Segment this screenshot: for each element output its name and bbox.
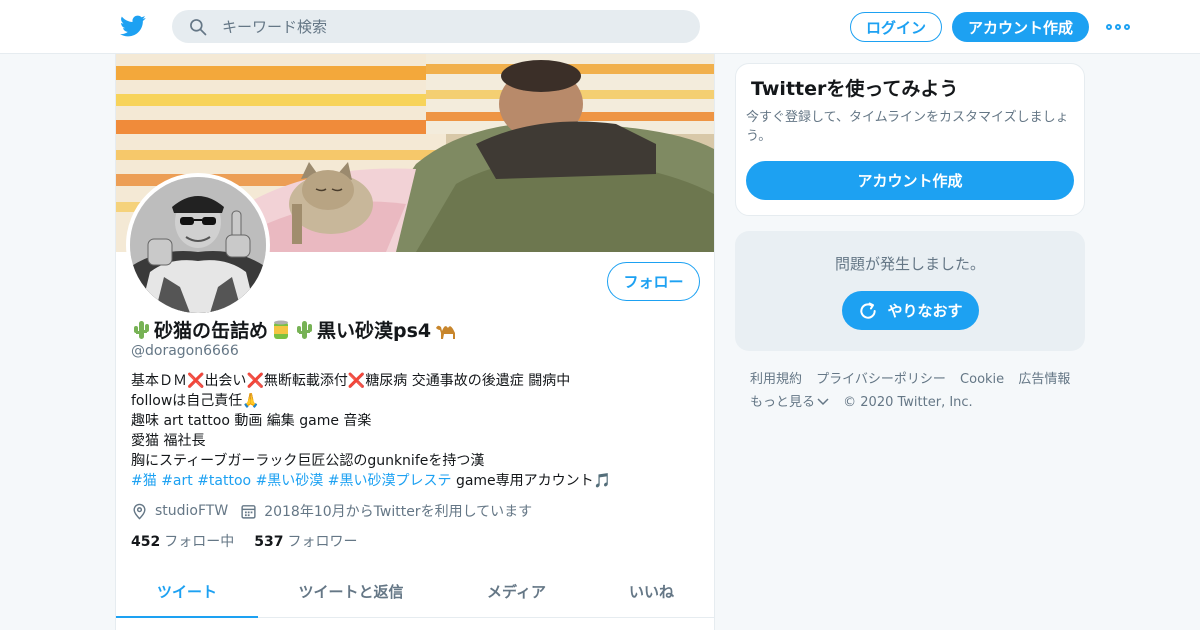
error-card: 問題が発生しました。 やりなおす (735, 231, 1085, 351)
signup-button[interactable]: アカウント作成 (952, 12, 1089, 42)
signup-card-title: Twitterを使ってみよう (751, 78, 959, 100)
twitter-bird-icon[interactable] (119, 13, 147, 39)
hashtag-link[interactable]: #黒い砂漠プレステ (328, 473, 452, 489)
profile-stats: 452 フォロー中 537 フォロワー (131, 531, 377, 551)
following-count: 452 (131, 534, 161, 550)
followers-count: 537 (254, 534, 284, 550)
avatar-illustration (130, 177, 266, 313)
cross-mark-icon: ❌ (246, 373, 264, 389)
tab-media[interactable]: メディア (444, 566, 589, 617)
cross-mark-icon: ❌ (187, 373, 205, 389)
profile-tabs: ツイート ツイートと返信 メディア いいね (116, 566, 714, 618)
cactus-emoji (297, 320, 313, 339)
retry-button[interactable]: やりなおす (842, 291, 979, 330)
location-pin-icon (133, 503, 146, 520)
bio-item-text: 出会い (204, 373, 247, 389)
footer-link-ads[interactable]: 広告情報 (1018, 372, 1070, 387)
bio-item-text: 無断転載添付 (263, 373, 348, 389)
hashtag-link[interactable]: #黒い砂漠 (256, 473, 324, 489)
cross-mark-icon: ❌ (347, 373, 366, 389)
can-emoji (274, 320, 289, 339)
display-name-part-1: 砂猫の缶詰め (154, 320, 269, 342)
footer-more-link[interactable]: もっと見る (750, 395, 829, 410)
chevron-down-icon (817, 398, 829, 406)
top-navigation-bar: ログイン アカウント作成 (0, 0, 1200, 54)
login-button[interactable]: ログイン (850, 12, 942, 42)
search-input[interactable] (222, 10, 682, 43)
tab-tweets-and-replies[interactable]: ツイートと返信 (258, 566, 444, 617)
retry-label: やりなおす (887, 302, 963, 320)
bio-line1-prefix: 基本ＤＭ (131, 373, 187, 389)
bio-line6-suffix: game専用アカウント (455, 473, 594, 489)
bio-line2: followは自己責任 (131, 393, 243, 409)
footer-more-label: もっと見る (750, 395, 816, 410)
hashtag-link[interactable]: #猫 (131, 473, 157, 489)
profile-location: studioFTW (155, 503, 229, 519)
followers-stat[interactable]: 537 フォロワー (254, 531, 357, 551)
profile-meta: studioFTW 2018年10月からTwitterを利用しています (131, 501, 544, 521)
display-name-part-2: 黒い砂漠ps4 (317, 320, 432, 342)
footer-link-privacy[interactable]: プライバシーポリシー (816, 372, 946, 387)
search-icon (190, 19, 207, 36)
footer-links: 利用規約 プライバシーポリシー Cookie 広告情報 もっと見る © 2020… (750, 368, 1080, 414)
error-message: 問題が発生しました。 (834, 255, 985, 273)
calendar-icon (241, 504, 256, 519)
bio-line3: 趣味 art tattoo 動画 編集 game 音楽 (131, 413, 372, 429)
profile-handle: @doragon6666 (131, 343, 239, 359)
footer-link-cookie[interactable]: Cookie (960, 372, 1004, 387)
bio-line5: 胸にスティーブガーラック巨匠公認のgunknifeを持つ漢 (131, 453, 485, 469)
footer-link-terms[interactable]: 利用規約 (750, 372, 802, 387)
tab-likes[interactable]: いいね (589, 566, 714, 617)
profile-display-name: 砂猫の缶詰め 黒い砂漠ps4 (131, 316, 461, 343)
cactus-emoji (134, 320, 149, 339)
profile-join-date: 2018年10月からTwitterを利用しています (264, 504, 533, 520)
profile-bio: 基本ＤＭ❌出会い❌無断転載添付❌糖尿病 交通事故の後遺症 闘病中 followは… (131, 371, 701, 491)
praying-hands-icon: 🙏 (242, 393, 260, 409)
signup-card-button[interactable]: アカウント作成 (746, 161, 1074, 200)
signup-card: Twitterを使ってみよう 今すぐ登録して、タイムラインをカスタマイズしましょ… (735, 63, 1085, 216)
followers-label: フォロワー (287, 534, 358, 550)
following-stat[interactable]: 452 フォロー中 (131, 531, 234, 551)
tab-tweets[interactable]: ツイート (116, 566, 258, 618)
follow-button[interactable]: フォロー (607, 262, 700, 301)
hashtag-link[interactable]: #art (161, 473, 193, 489)
bio-line4: 愛猫 福社長 (131, 433, 206, 449)
avatar-photo[interactable] (126, 173, 270, 317)
more-dots-icon[interactable] (1106, 17, 1130, 37)
footer-copyright: © 2020 Twitter, Inc. (843, 395, 973, 410)
search-box[interactable] (172, 10, 700, 43)
hashtag-link[interactable]: #tattoo (197, 473, 251, 489)
following-label: フォロー中 (164, 534, 235, 550)
bio-item-text: 糖尿病 交通事故の後遺症 闘病中 (365, 373, 571, 389)
signup-card-text: 今すぐ登録して、タイムラインをカスタマイズしましょう。 (746, 110, 1069, 144)
profile-column: フォロー 砂猫の缶詰め 黒い砂漠ps4 @doragon6666 基本ＤＭ❌出会… (115, 54, 715, 630)
refresh-icon (860, 302, 877, 319)
camel-emoji (436, 325, 456, 339)
music-note-icon: 🎵 (593, 473, 612, 489)
